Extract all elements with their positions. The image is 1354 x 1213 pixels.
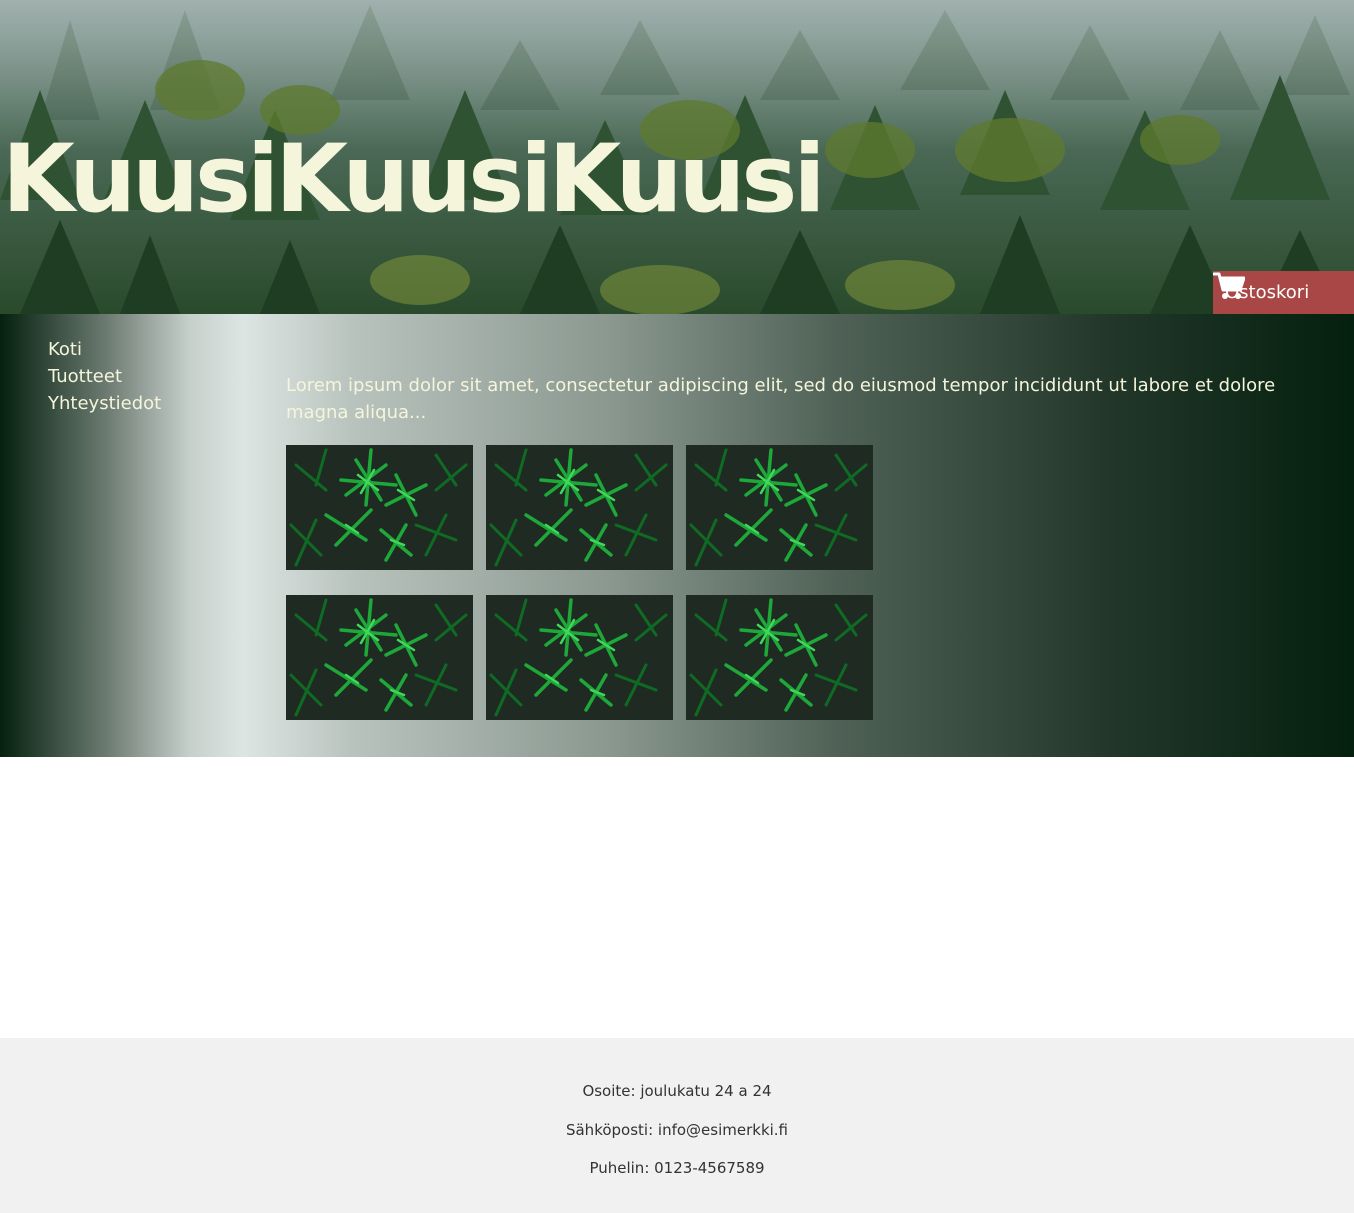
site-title: KuusiKuusiKuusi bbox=[2, 125, 826, 234]
product-gallery bbox=[286, 445, 886, 745]
footer-address: Osoite: joulukatu 24 a 24 bbox=[582, 1082, 772, 1100]
product-image[interactable] bbox=[686, 445, 873, 570]
product-image[interactable] bbox=[486, 595, 673, 720]
footer-email: Sähköposti: info@esimerkki.fi bbox=[565, 1121, 789, 1139]
intro-text: Lorem ipsum dolor sit amet, consectetur … bbox=[286, 375, 1276, 423]
footer: Osoite: joulukatu 24 a 24 Sähköposti: in… bbox=[0, 1038, 1354, 1213]
nav-item-yhteystiedot[interactable]: Yhteystiedot bbox=[48, 390, 161, 417]
main-content: Koti Tuotteet Yhteystiedot Lorem ipsum d… bbox=[0, 314, 1354, 757]
side-navigation: Koti Tuotteet Yhteystiedot bbox=[48, 336, 161, 417]
hero-header: KuusiKuusiKuusi Ostoskori bbox=[0, 0, 1354, 314]
product-image[interactable] bbox=[286, 445, 473, 570]
cart-button[interactable]: Ostoskori bbox=[1213, 271, 1354, 314]
product-image[interactable] bbox=[486, 445, 673, 570]
product-image[interactable] bbox=[686, 595, 873, 720]
footer-phone: Puhelin: 0123-4567589 bbox=[589, 1159, 765, 1177]
gallery-row bbox=[286, 445, 886, 570]
nav-item-koti[interactable]: Koti bbox=[48, 336, 161, 363]
nav-item-tuotteet[interactable]: Tuotteet bbox=[48, 363, 161, 390]
gallery-row bbox=[286, 595, 886, 720]
product-image[interactable] bbox=[286, 595, 473, 720]
